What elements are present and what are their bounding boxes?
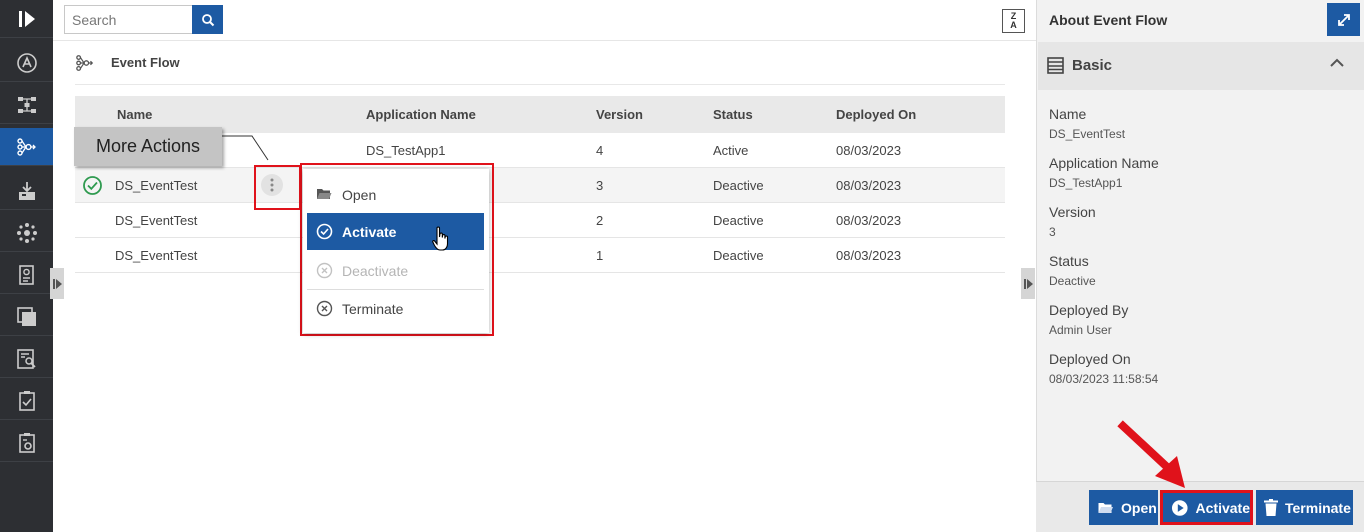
field-label: Application Name [1049, 155, 1159, 171]
hand-cursor-icon [432, 226, 449, 251]
chevron-right-icon [52, 278, 62, 289]
menu-item-label: Activate [342, 223, 397, 240]
expand-button[interactable] [1327, 3, 1360, 36]
right-panel-toggle[interactable] [1021, 268, 1035, 299]
chevron-right-icon [1023, 278, 1033, 289]
field-value: Admin User [1049, 323, 1112, 337]
terminate-button-label: Terminate [1285, 499, 1351, 516]
field-value: 08/03/2023 11:58:54 [1049, 372, 1159, 386]
trash-icon [1264, 499, 1278, 516]
details-panel: About Event Flow Basic Name DS_EventTest… [1036, 0, 1364, 532]
field-value: Deactive [1049, 274, 1096, 288]
field-application-name: Application Name DS_TestApp1 [1049, 155, 1159, 190]
field-label: Name [1049, 106, 1087, 122]
check-circle-icon [316, 223, 333, 240]
field-value: DS_EventTest [1049, 127, 1126, 141]
field-label: Version [1049, 204, 1096, 220]
section-header-basic[interactable]: Basic [1038, 42, 1364, 90]
menu-item-label: Terminate [342, 300, 404, 317]
menu-item-terminate[interactable]: Terminate [307, 290, 484, 327]
highlight-box [254, 165, 301, 210]
field-version: Version 3 [1049, 204, 1096, 239]
red-arrow-icon [1117, 420, 1185, 488]
field-label: Deployed By [1049, 302, 1129, 318]
expand-icon [1337, 13, 1350, 26]
x-circle-icon [316, 262, 333, 279]
field-value: 3 [1049, 225, 1056, 239]
field-label: Deployed On [1049, 351, 1131, 367]
menu-item-label: Deactivate [342, 262, 409, 279]
open-button[interactable]: Open [1089, 490, 1158, 525]
menu-item-label: Open [342, 186, 377, 203]
open-button-label: Open [1121, 499, 1157, 516]
field-deployed-by: Deployed By Admin User [1049, 302, 1128, 337]
panel-title: About Event Flow [1049, 12, 1168, 28]
more-actions-tooltip: More Actions [74, 127, 222, 166]
field-value: DS_TestApp1 [1049, 176, 1123, 190]
field-name: Name DS_EventTest [1049, 106, 1125, 141]
folder-open-icon [317, 189, 332, 199]
menu-item-open[interactable]: Open [307, 176, 484, 213]
chevron-up-icon[interactable] [1329, 58, 1345, 68]
menu-item-deactivate[interactable]: Deactivate [307, 252, 484, 289]
section-title: Basic [1072, 57, 1113, 74]
form-icon [1047, 57, 1064, 74]
context-menu: Open Activate Deactivate Terminate [303, 169, 489, 333]
folder-open-icon [1098, 502, 1113, 513]
left-panel-toggle[interactable] [50, 268, 64, 299]
field-label: Status [1049, 253, 1089, 269]
menu-item-activate[interactable]: Activate [307, 213, 484, 250]
terminate-button[interactable]: Terminate [1256, 490, 1353, 525]
field-status: Status Deactive [1049, 253, 1096, 288]
x-circle-icon [316, 300, 333, 317]
field-deployed-on: Deployed On 08/03/2023 11:58:54 [1049, 351, 1158, 386]
highlight-box [1160, 490, 1253, 525]
